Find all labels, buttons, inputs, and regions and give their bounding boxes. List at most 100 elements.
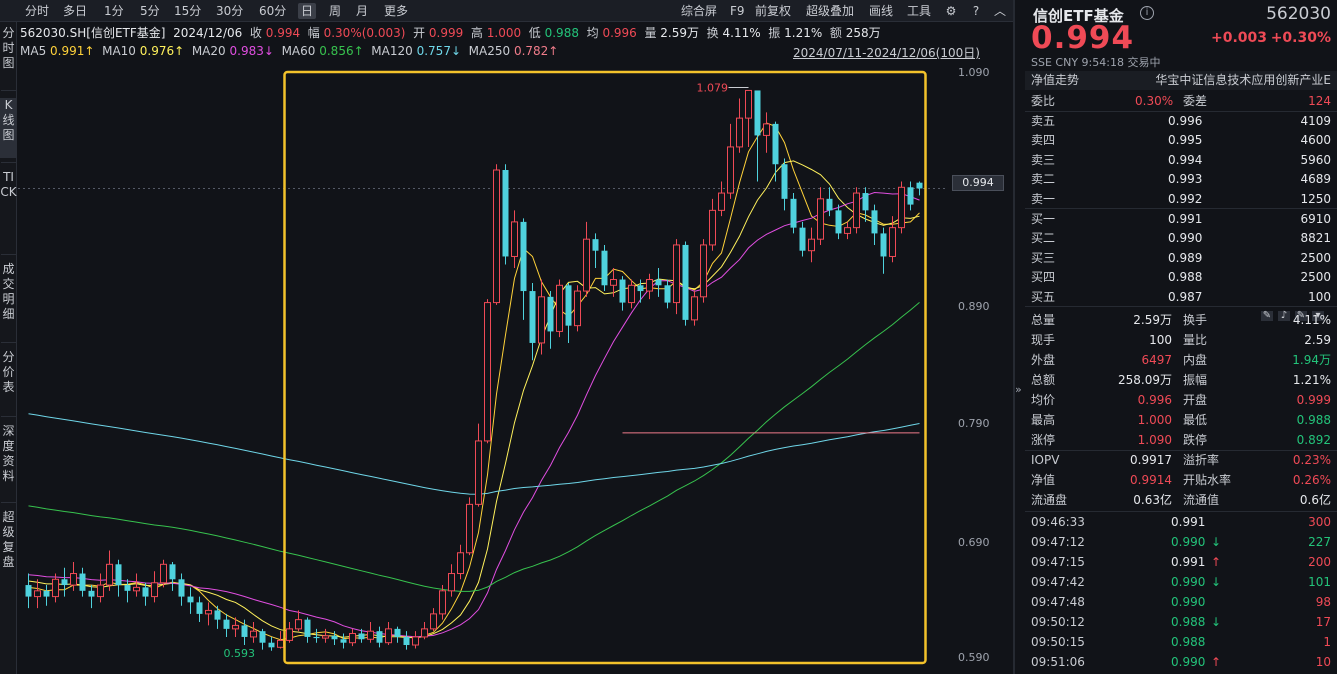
tick-row[interactable]: 09:47:48 0.990 98 xyxy=(1025,592,1337,612)
tab-30min[interactable]: 30分 xyxy=(213,3,246,19)
bid-row[interactable]: 买二 0.990 8821 xyxy=(1025,228,1337,248)
tool-forward-adjust[interactable]: 前复权 xyxy=(755,3,791,19)
tab-1min[interactable]: 1分 xyxy=(101,3,127,19)
ma20-label: MA20 xyxy=(191,44,226,58)
tool-super-overlay[interactable]: 超级叠加 xyxy=(806,3,854,19)
settings-icon[interactable]: ⚙ xyxy=(944,4,958,18)
ask-price: 0.992 xyxy=(1168,191,1203,206)
candle-body xyxy=(844,227,851,234)
candle-body xyxy=(727,146,734,194)
candle-body xyxy=(466,503,473,554)
expand-panel-icon[interactable]: » xyxy=(1015,383,1025,396)
nav-trend-row[interactable]: 净值走势 华宝中证信息技术应用创新产业E xyxy=(1025,71,1337,90)
nav-fenshi-chart[interactable]: 分时图 xyxy=(0,26,17,86)
tick-row[interactable]: 09:46:33 0.991 300 xyxy=(1025,512,1337,532)
ask-row[interactable]: 卖一 0.992 1250 xyxy=(1025,189,1337,209)
open-value: 0.999 xyxy=(428,26,464,40)
bid-price: 0.991 xyxy=(1168,212,1203,226)
stat-row[interactable]: 均价 0.996 开盘 0.999 xyxy=(1025,390,1337,410)
stat-row[interactable]: 现手 100 量比 2.59 xyxy=(1025,330,1337,350)
nav-depth-data[interactable]: 深度资料 xyxy=(0,424,17,488)
tab-60min[interactable]: 60分 xyxy=(256,3,289,19)
stat-row[interactable]: 外盘 6497 内盘 1.94万 xyxy=(1025,350,1337,370)
stat-row[interactable]: 总额 258.09万 振幅 1.21% xyxy=(1025,370,1337,390)
info-icon[interactable]: i xyxy=(1140,6,1154,20)
tab-15min[interactable]: 15分 xyxy=(171,3,204,19)
bid-row[interactable]: 买三 0.989 2500 xyxy=(1025,248,1337,268)
candle-body xyxy=(529,291,536,343)
candle-body xyxy=(628,284,635,304)
collapse-up-icon[interactable]: ︿ xyxy=(993,4,1007,18)
ask-row[interactable]: 卖五 0.996 4109 xyxy=(1025,111,1337,131)
tab-5min[interactable]: 5分 xyxy=(137,3,163,19)
tick-row[interactable]: 09:50:12 0.988 ↓ 17 xyxy=(1025,612,1337,632)
stat-label: 涨停 xyxy=(1031,433,1056,447)
bid-volume: 2500 xyxy=(1300,270,1331,285)
tab-day[interactable]: 日 xyxy=(298,3,317,19)
etf-stat-value: 0.26% xyxy=(1292,473,1331,487)
etf-stat-row[interactable]: 流通盘 0.63亿 流通值 0.6亿 xyxy=(1025,490,1337,510)
help-icon[interactable]: ? xyxy=(969,4,983,18)
candle-body xyxy=(259,631,266,643)
tool-tools[interactable]: 工具 xyxy=(907,3,931,19)
candle-body xyxy=(817,198,824,240)
candle-body xyxy=(574,290,581,327)
nav-trade-detail[interactable]: 成交明细 xyxy=(0,262,17,326)
etf-stat-row[interactable]: IOPV 0.9917 溢折率 0.23% xyxy=(1025,450,1337,470)
tick-price: 0.990 xyxy=(1171,575,1206,589)
candle-body xyxy=(79,573,86,591)
nav-trend-label[interactable]: 净值走势 xyxy=(1031,71,1079,90)
tool-f9[interactable]: F9 xyxy=(730,3,745,19)
tick-row[interactable]: 09:47:42 0.990 ↓ 101 xyxy=(1025,572,1337,592)
candle-body xyxy=(745,89,752,119)
bid-row[interactable]: 买一 0.991 6910 xyxy=(1025,209,1337,229)
stat-row[interactable]: 涨停 1.090 跌停 0.892 xyxy=(1025,430,1337,450)
bid-level-label: 买一 xyxy=(1031,212,1056,226)
tick-price: 0.988 xyxy=(1171,635,1206,649)
tick-volume: 200 xyxy=(1308,555,1331,569)
tick-price: 0.990 xyxy=(1171,595,1206,609)
stat-value: 1.000 xyxy=(1137,413,1172,427)
ask-volume: 1250 xyxy=(1300,191,1331,206)
stat-row[interactable]: 总量 2.59万 换手 4.11% xyxy=(1025,310,1337,330)
etf-stat-row[interactable]: 净值 0.9914 开贴水率 0.26% xyxy=(1025,470,1337,490)
tab-more[interactable]: 更多 xyxy=(381,3,411,19)
candle-body xyxy=(583,238,590,292)
candle-body xyxy=(610,279,617,286)
nav-super-review[interactable]: 超级复盘 xyxy=(0,510,17,574)
bid-row[interactable]: 买四 0.988 2500 xyxy=(1025,267,1337,287)
candle-body xyxy=(646,279,653,292)
tab-week[interactable]: 周 xyxy=(326,3,344,19)
bid-price: 0.989 xyxy=(1168,250,1203,265)
ask-row[interactable]: 卖二 0.993 4689 xyxy=(1025,169,1337,189)
candle-body xyxy=(907,187,914,205)
date-range[interactable]: 2024/07/11-2024/12/06(100日) xyxy=(793,44,980,61)
tick-row[interactable]: 09:51:06 0.990 ↑ 10 xyxy=(1025,652,1337,672)
candle-body xyxy=(772,123,779,165)
candle-body xyxy=(25,585,32,597)
kline-chart[interactable]: 1.079 0.593 xyxy=(18,60,953,674)
tick-row[interactable]: 09:47:12 0.990 ↓ 227 xyxy=(1025,532,1337,552)
nav-kline-chart[interactable]: K线图 xyxy=(0,98,17,158)
candle-body xyxy=(331,635,338,640)
stat-row[interactable]: 最高 1.000 最低 0.988 xyxy=(1025,410,1337,430)
tool-composite-screen[interactable]: 综合屏 xyxy=(681,3,717,19)
bid-row[interactable]: 买五 0.987 100 xyxy=(1025,287,1337,307)
ask-row[interactable]: 卖四 0.995 4600 xyxy=(1025,130,1337,150)
avg-value: 0.996 xyxy=(602,26,637,40)
ma-legend: MA5 0.991↑ MA10 0.976↑ MA20 0.983↓ MA60 … xyxy=(20,44,558,60)
tab-month[interactable]: 月 xyxy=(353,3,371,19)
tab-fenshi[interactable]: 分时 xyxy=(22,3,52,19)
candle-body xyxy=(304,619,311,637)
nav-price-table[interactable]: 分价表 xyxy=(0,350,17,400)
tick-row[interactable]: 09:50:15 0.988 1 xyxy=(1025,632,1337,652)
etf-stat-label: 溢折率 xyxy=(1183,453,1220,467)
tab-duori[interactable]: 多日 xyxy=(60,3,90,19)
candle-body xyxy=(286,628,293,641)
tool-draw-line[interactable]: 画线 xyxy=(869,3,893,19)
tick-direction-icon: ↓ xyxy=(1211,535,1222,549)
tick-row[interactable]: 09:47:15 0.991 ↑ 200 xyxy=(1025,552,1337,572)
nav-tick[interactable]: TICK xyxy=(0,170,17,250)
ask-row[interactable]: 卖三 0.994 5960 xyxy=(1025,150,1337,170)
ask-level-label: 卖四 xyxy=(1031,133,1056,148)
